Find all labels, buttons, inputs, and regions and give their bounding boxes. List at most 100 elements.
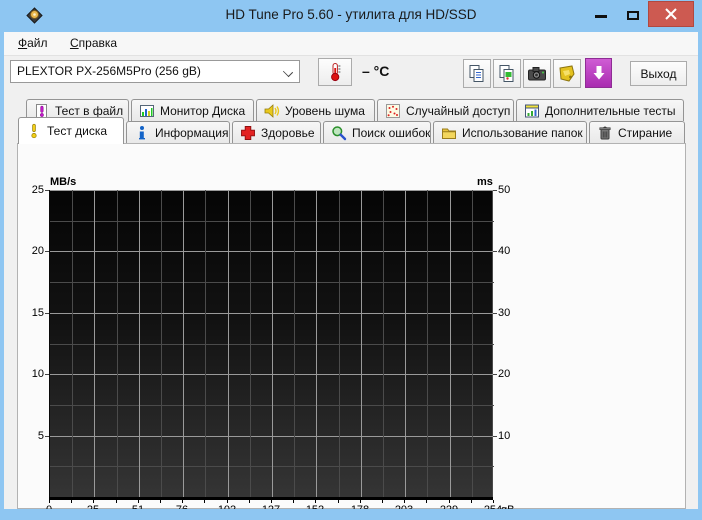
copy-image-button[interactable] bbox=[493, 59, 521, 88]
gridline-vertical bbox=[472, 190, 473, 497]
thermometer-icon bbox=[331, 63, 341, 82]
x-axis-tick-mark bbox=[404, 500, 405, 503]
y-axis-right-tick-label: 10 bbox=[498, 430, 511, 442]
x-axis-tick-mark bbox=[271, 500, 272, 503]
x-axis-tick-mark bbox=[227, 500, 228, 503]
tab-label: Монитор Диска bbox=[160, 103, 246, 118]
gridline-vertical bbox=[139, 190, 140, 497]
gridline-vertical bbox=[117, 190, 118, 497]
x-axis-tick-mark bbox=[338, 500, 339, 503]
copy-image-icon bbox=[499, 64, 514, 82]
disk-test-icon bbox=[31, 123, 37, 139]
drive-select-value: PLEXTOR PX-256M5Pro (256 gB) bbox=[17, 64, 201, 78]
gridline-vertical bbox=[272, 190, 273, 497]
error-scan-icon bbox=[332, 125, 347, 140]
y-axis-left-tick-label: 20 bbox=[31, 245, 44, 257]
maximize-button[interactable] bbox=[621, 4, 645, 26]
page-right-margin bbox=[686, 143, 698, 509]
gridline-vertical bbox=[250, 190, 251, 497]
save-button[interactable] bbox=[553, 59, 581, 88]
title-bar[interactable]: HD Tune Pro 5.60 - утилита для HD/SSD bbox=[0, 0, 702, 32]
y-axis-right-tick-label: 50 bbox=[498, 184, 511, 196]
y-axis-tick-mark bbox=[45, 313, 49, 314]
random-access-icon bbox=[386, 103, 400, 118]
tab-label: Тест в файл bbox=[55, 103, 124, 118]
menu-help[interactable]: Справка bbox=[61, 32, 126, 50]
tab-noise-level[interactable]: Уровень шума bbox=[256, 99, 375, 121]
x-axis-tick-mark bbox=[71, 500, 72, 503]
x-axis-tick-mark bbox=[449, 500, 450, 503]
gridline-vertical bbox=[228, 190, 229, 497]
x-axis-tick-mark bbox=[315, 500, 316, 503]
close-button[interactable] bbox=[648, 1, 694, 27]
health-icon bbox=[241, 125, 255, 140]
x-axis-tick-mark bbox=[249, 500, 250, 503]
tab-label: Здоровье bbox=[261, 125, 315, 140]
temperature-button[interactable] bbox=[318, 58, 352, 86]
tab-folder-usage[interactable]: Использование папок bbox=[433, 121, 587, 143]
gridline-vertical bbox=[205, 190, 206, 497]
tab-random-access[interactable]: Случайный доступ bbox=[377, 99, 514, 121]
y-axis-right-tick-label: 40 bbox=[498, 245, 511, 257]
tab-health[interactable]: Здоровье bbox=[232, 121, 321, 143]
chart-plot-area bbox=[49, 190, 494, 497]
x-axis-tick-mark bbox=[360, 500, 361, 503]
gridline-vertical bbox=[339, 190, 340, 497]
gridline-vertical bbox=[94, 190, 95, 497]
gridline-vertical bbox=[450, 190, 451, 497]
tab-label: Случайный доступ bbox=[406, 103, 511, 118]
tab-extra-tests[interactable]: Дополнительные тесты bbox=[516, 99, 684, 121]
tab-label: Стирание bbox=[618, 125, 673, 140]
menu-file[interactable]: Файл bbox=[9, 32, 57, 50]
tab-info[interactable]: Информация bbox=[126, 121, 230, 143]
gridline-vertical bbox=[427, 190, 428, 497]
y-axis-left-tick-label: 25 bbox=[31, 184, 44, 196]
window-bottom-border bbox=[0, 509, 702, 520]
copy-text-button[interactable] bbox=[463, 59, 491, 88]
x-axis-tick-mark bbox=[293, 500, 294, 503]
y-axis-tick-mark bbox=[493, 190, 497, 191]
y-axis-tick-mark bbox=[45, 436, 49, 437]
y-axis-tick-mark bbox=[45, 374, 49, 375]
y-axis-tick-mark bbox=[493, 374, 497, 375]
camera-button[interactable] bbox=[523, 59, 551, 88]
tab-error-scan[interactable]: Поиск ошибок bbox=[323, 121, 431, 143]
info-icon bbox=[139, 125, 145, 139]
noise-level-icon bbox=[264, 103, 280, 118]
tab-disk-benchmark[interactable]: Тест диска bbox=[18, 117, 124, 144]
update-button[interactable] bbox=[585, 58, 612, 88]
hd-tune-window: HD Tune Pro 5.60 - утилита для HD/SSD Фа… bbox=[0, 0, 702, 520]
tab-label: Тест диска bbox=[47, 124, 108, 138]
benchmark-chart: 5101520251020304050025517610212715217820… bbox=[32, 184, 515, 516]
x-axis-tick-mark bbox=[49, 500, 50, 503]
chevron-down-icon bbox=[282, 66, 294, 78]
tab-label: Информация bbox=[155, 125, 229, 140]
x-axis-tick-mark bbox=[382, 500, 383, 503]
disk-monitor-icon bbox=[140, 104, 154, 117]
y-axis-tick-mark bbox=[493, 313, 497, 314]
y-axis-right-unit: ms bbox=[477, 176, 493, 188]
x-axis-tick-mark bbox=[116, 500, 117, 503]
gridline-vertical bbox=[361, 190, 362, 497]
y-axis-left-tick-label: 15 bbox=[31, 307, 44, 319]
y-axis-tick-mark bbox=[493, 436, 497, 437]
tab-label: Использование папок bbox=[462, 125, 583, 140]
x-axis-tick-mark bbox=[160, 500, 161, 503]
minimize-button[interactable] bbox=[589, 4, 613, 26]
close-icon bbox=[665, 8, 677, 20]
gridline-vertical bbox=[316, 190, 317, 497]
gridline-vertical bbox=[183, 190, 184, 497]
tab-erase[interactable]: Стирание bbox=[589, 121, 685, 143]
y-axis-left-tick-label: 10 bbox=[31, 368, 44, 380]
minimize-icon bbox=[595, 15, 607, 18]
tab-disk-monitor[interactable]: Монитор Диска bbox=[131, 99, 254, 121]
x-axis-tick-mark bbox=[93, 500, 94, 503]
drive-select-dropdown[interactable]: PLEXTOR PX-256M5Pro (256 gB) bbox=[10, 60, 300, 83]
y-axis-right-tick-label: 20 bbox=[498, 368, 511, 380]
x-axis-tick-mark bbox=[471, 500, 472, 503]
erase-icon bbox=[599, 126, 611, 139]
folder-usage-icon bbox=[442, 128, 456, 139]
y-axis-left-unit: MB/s bbox=[50, 176, 77, 188]
x-axis-tick-mark bbox=[138, 500, 139, 503]
exit-button[interactable]: Выход bbox=[630, 61, 687, 86]
